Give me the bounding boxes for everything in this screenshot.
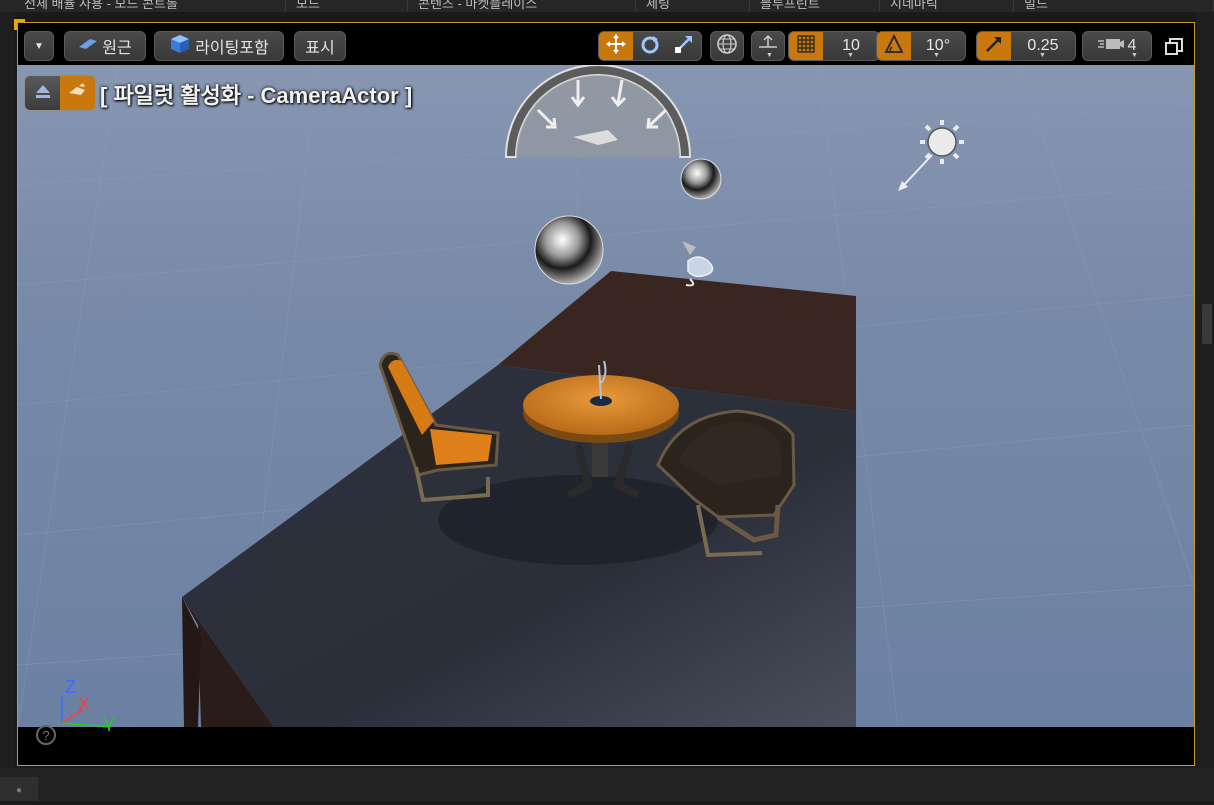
dot-icon: ● [15, 785, 23, 796]
viewport-corner-marker [14, 19, 25, 30]
top-menu-strip: 전체 배율 사용 - 모드 콘트롤 모드 콘텐츠 - 마켓플레이스 세팅 블루프… [0, 0, 1214, 12]
lit-cube-icon [169, 33, 191, 60]
rotation-snap-toggle[interactable] [877, 32, 911, 60]
move-icon [605, 33, 627, 60]
menu-cell[interactable]: 세팅 [636, 0, 750, 11]
transform-tools-group [598, 31, 702, 61]
scale-snap-value[interactable]: 0.25 ▼ [1011, 32, 1075, 60]
show-button[interactable]: 표시 [294, 31, 346, 61]
axis-indicator: Z X Y [48, 673, 138, 753]
grid-snap-group: 10 ▼ [788, 31, 880, 61]
directional-light-gizmo [898, 120, 964, 191]
menu-cell[interactable]: 전체 배율 사용 - 모드 콘트롤 [14, 0, 286, 11]
viewport-toolbar: ▼ 원근 라이팅포함 표시 ▼ 10 ▼ 10° ▼ 0.25 ▼ 4 ▼ [18, 23, 1194, 65]
level-viewport[interactable]: ▼ 원근 라이팅포함 표시 ▼ 10 ▼ 10° ▼ 0.25 ▼ 4 ▼ [… [17, 22, 1195, 766]
camera-view-button[interactable] [60, 76, 95, 110]
viewport-bottom-bar [18, 727, 1194, 765]
eject-icon [33, 81, 53, 106]
eject-pilot-button[interactable] [25, 76, 60, 110]
scene-render [18, 65, 1194, 727]
grid-icon [796, 34, 816, 59]
perspective-button[interactable]: 원근 [64, 31, 146, 61]
menu-cell[interactable]: 모드 [286, 0, 408, 11]
chevron-down-icon: ▼ [933, 52, 940, 59]
axis-z-label: Z [65, 677, 76, 697]
view-mode-label: 라이팅포함 [195, 40, 269, 57]
chevron-down-icon: ▼ [847, 52, 854, 59]
reflection-sphere [680, 158, 722, 200]
translate-tool-button[interactable] [599, 32, 633, 60]
grid-snap-value[interactable]: 10 ▼ [823, 32, 879, 60]
axis-y-label: Y [103, 715, 116, 735]
chevron-down-icon: ▼ [766, 52, 773, 59]
skylight-gizmo [504, 65, 692, 158]
scale-snap-toggle[interactable] [977, 32, 1011, 60]
scale-icon [673, 33, 695, 60]
scale-snap-icon [984, 34, 1004, 59]
camera-icon [67, 81, 89, 106]
restore-window-icon [1164, 38, 1184, 61]
scale-tool-button[interactable] [667, 32, 701, 60]
world-local-toggle[interactable] [710, 31, 744, 61]
camera-speed-button[interactable]: 4 ▼ [1082, 31, 1152, 61]
chevron-down-icon: ▼ [1039, 52, 1046, 59]
viewport-options-button[interactable]: ▼ [24, 31, 54, 61]
perspective-label: 원근 [102, 40, 132, 57]
bottom-panel [0, 768, 1214, 801]
viewport-scene[interactable] [18, 65, 1194, 727]
axis-x-label: X [78, 694, 91, 714]
show-label: 표시 [305, 40, 335, 57]
pilot-controls [24, 75, 96, 111]
bottom-tab[interactable]: ● [0, 777, 38, 801]
maximize-viewport-button[interactable] [1164, 37, 1184, 57]
scrollbar[interactable] [1202, 304, 1212, 344]
rotation-snap-group: 10° ▼ [876, 31, 966, 61]
pilot-status-label: [ 파일럿 활성화 - CameraActor ] [100, 83, 413, 108]
left-panel-edge [0, 12, 14, 772]
perspective-icon [78, 37, 98, 56]
reflection-sphere [534, 215, 604, 285]
globe-icon [716, 33, 738, 60]
rotation-snap-value[interactable]: 10° ▼ [911, 32, 965, 60]
camera-speed-icon [1097, 35, 1124, 58]
chevron-down-icon: ▼ [34, 40, 44, 52]
menu-cell[interactable]: 블루프린트 [750, 0, 880, 11]
view-mode-button[interactable]: 라이팅포함 [154, 31, 284, 61]
rotate-icon [639, 33, 661, 60]
surface-snap-button[interactable]: ▼ [751, 31, 785, 61]
chevron-down-icon: ▼ [1131, 52, 1138, 59]
angle-icon [884, 33, 904, 59]
scale-snap-group: 0.25 ▼ [976, 31, 1076, 61]
menu-cell[interactable]: 콘텐츠 - 마켓플레이스 [408, 0, 636, 11]
menu-cell[interactable]: 시네마틱 [880, 0, 1014, 11]
grid-snap-toggle[interactable] [789, 32, 823, 60]
right-panel-edge [1196, 12, 1214, 772]
rotate-tool-button[interactable] [633, 32, 667, 60]
help-icon[interactable]: ? [36, 725, 56, 745]
menu-cell[interactable]: 빌드 [1014, 0, 1214, 11]
